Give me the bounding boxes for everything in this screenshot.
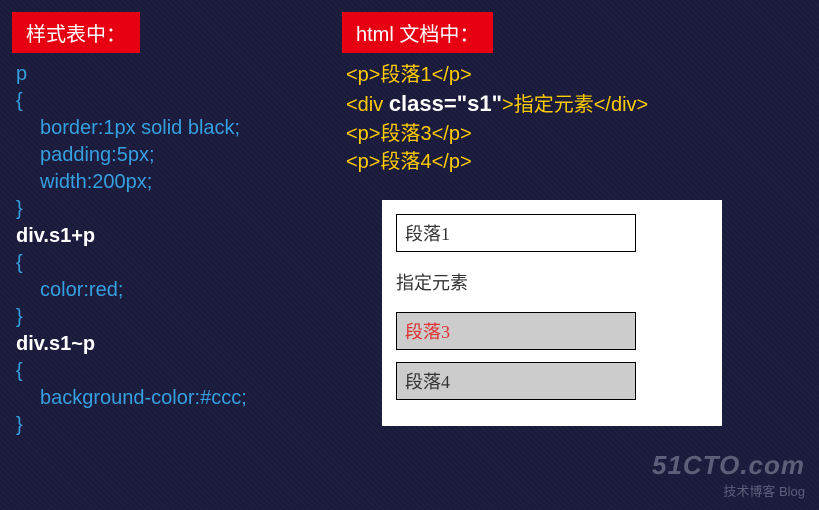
watermark-sub: 技术博客 Blog (652, 481, 805, 500)
html-line-4: <p>段落4</p> (346, 148, 807, 176)
brace-close: } (16, 306, 23, 328)
class-attr: class="s1" (389, 91, 502, 116)
watermark-sub-text: 技术博客 (723, 484, 775, 499)
brace-open: { (16, 252, 23, 274)
preview-div: 指定元素 (396, 264, 636, 300)
html-column: html 文档中： <p>段落1</p> <div class="s1">指定元… (342, 12, 807, 439)
p4-text: 段落4 (380, 151, 431, 173)
html-line-3: <p>段落3</p> (346, 120, 807, 148)
div-close-tag: </div> (594, 94, 648, 116)
css-prop-width: width:200px; (16, 169, 322, 196)
brace-close: } (16, 414, 23, 436)
p-open-tag: <p> (346, 151, 380, 173)
css-header-label: 样式表中： (12, 12, 140, 53)
preview-p1: 段落1 (396, 214, 636, 252)
preview-p3: 段落3 (396, 312, 636, 350)
p-close-tag: </p> (432, 123, 472, 145)
watermark-blog: Blog (779, 484, 805, 499)
brace-open: { (16, 360, 23, 382)
slide-container: 样式表中： p { border:1px solid black; paddin… (0, 0, 819, 451)
div-open-tag: <div (346, 94, 389, 116)
p1-text: 段落1 (380, 64, 431, 86)
css-prop-border: border:1px solid black; (16, 115, 322, 142)
css-prop-padding: padding:5px; (16, 142, 322, 169)
css-selector-p: p (16, 63, 27, 85)
p3-text: 段落3 (380, 123, 431, 145)
css-prop-color: color:red; (16, 277, 322, 304)
div-open-end: > (502, 94, 514, 116)
p-open-tag: <p> (346, 123, 380, 145)
css-selector-sibling: div.s1~p (16, 333, 95, 355)
div-text: 指定元素 (514, 94, 594, 116)
p-close-tag: </p> (432, 64, 472, 86)
css-selector-adjacent: div.s1+p (16, 225, 95, 247)
css-prop-bgcolor: background-color:#ccc; (16, 385, 322, 412)
html-line-2: <div class="s1">指定元素</div> (346, 89, 807, 120)
watermark: 51CTO.com 技术博客 Blog (652, 450, 805, 500)
p-close-tag: </p> (432, 151, 472, 173)
html-code-block: <p>段落1</p> <div class="s1">指定元素</div> <p… (342, 61, 807, 176)
css-code-block: p { border:1px solid black; padding:5px;… (12, 61, 322, 439)
brace-close: } (16, 198, 23, 220)
preview-p4: 段落4 (396, 362, 636, 400)
html-header-label: html 文档中： (342, 12, 493, 53)
html-line-1: <p>段落1</p> (346, 61, 807, 89)
rendered-preview: 段落1 指定元素 段落3 段落4 (382, 200, 722, 426)
watermark-domain: 51CTO.com (652, 450, 805, 481)
brace-open: { (16, 90, 23, 112)
p-open-tag: <p> (346, 64, 380, 86)
css-column: 样式表中： p { border:1px solid black; paddin… (12, 12, 322, 439)
